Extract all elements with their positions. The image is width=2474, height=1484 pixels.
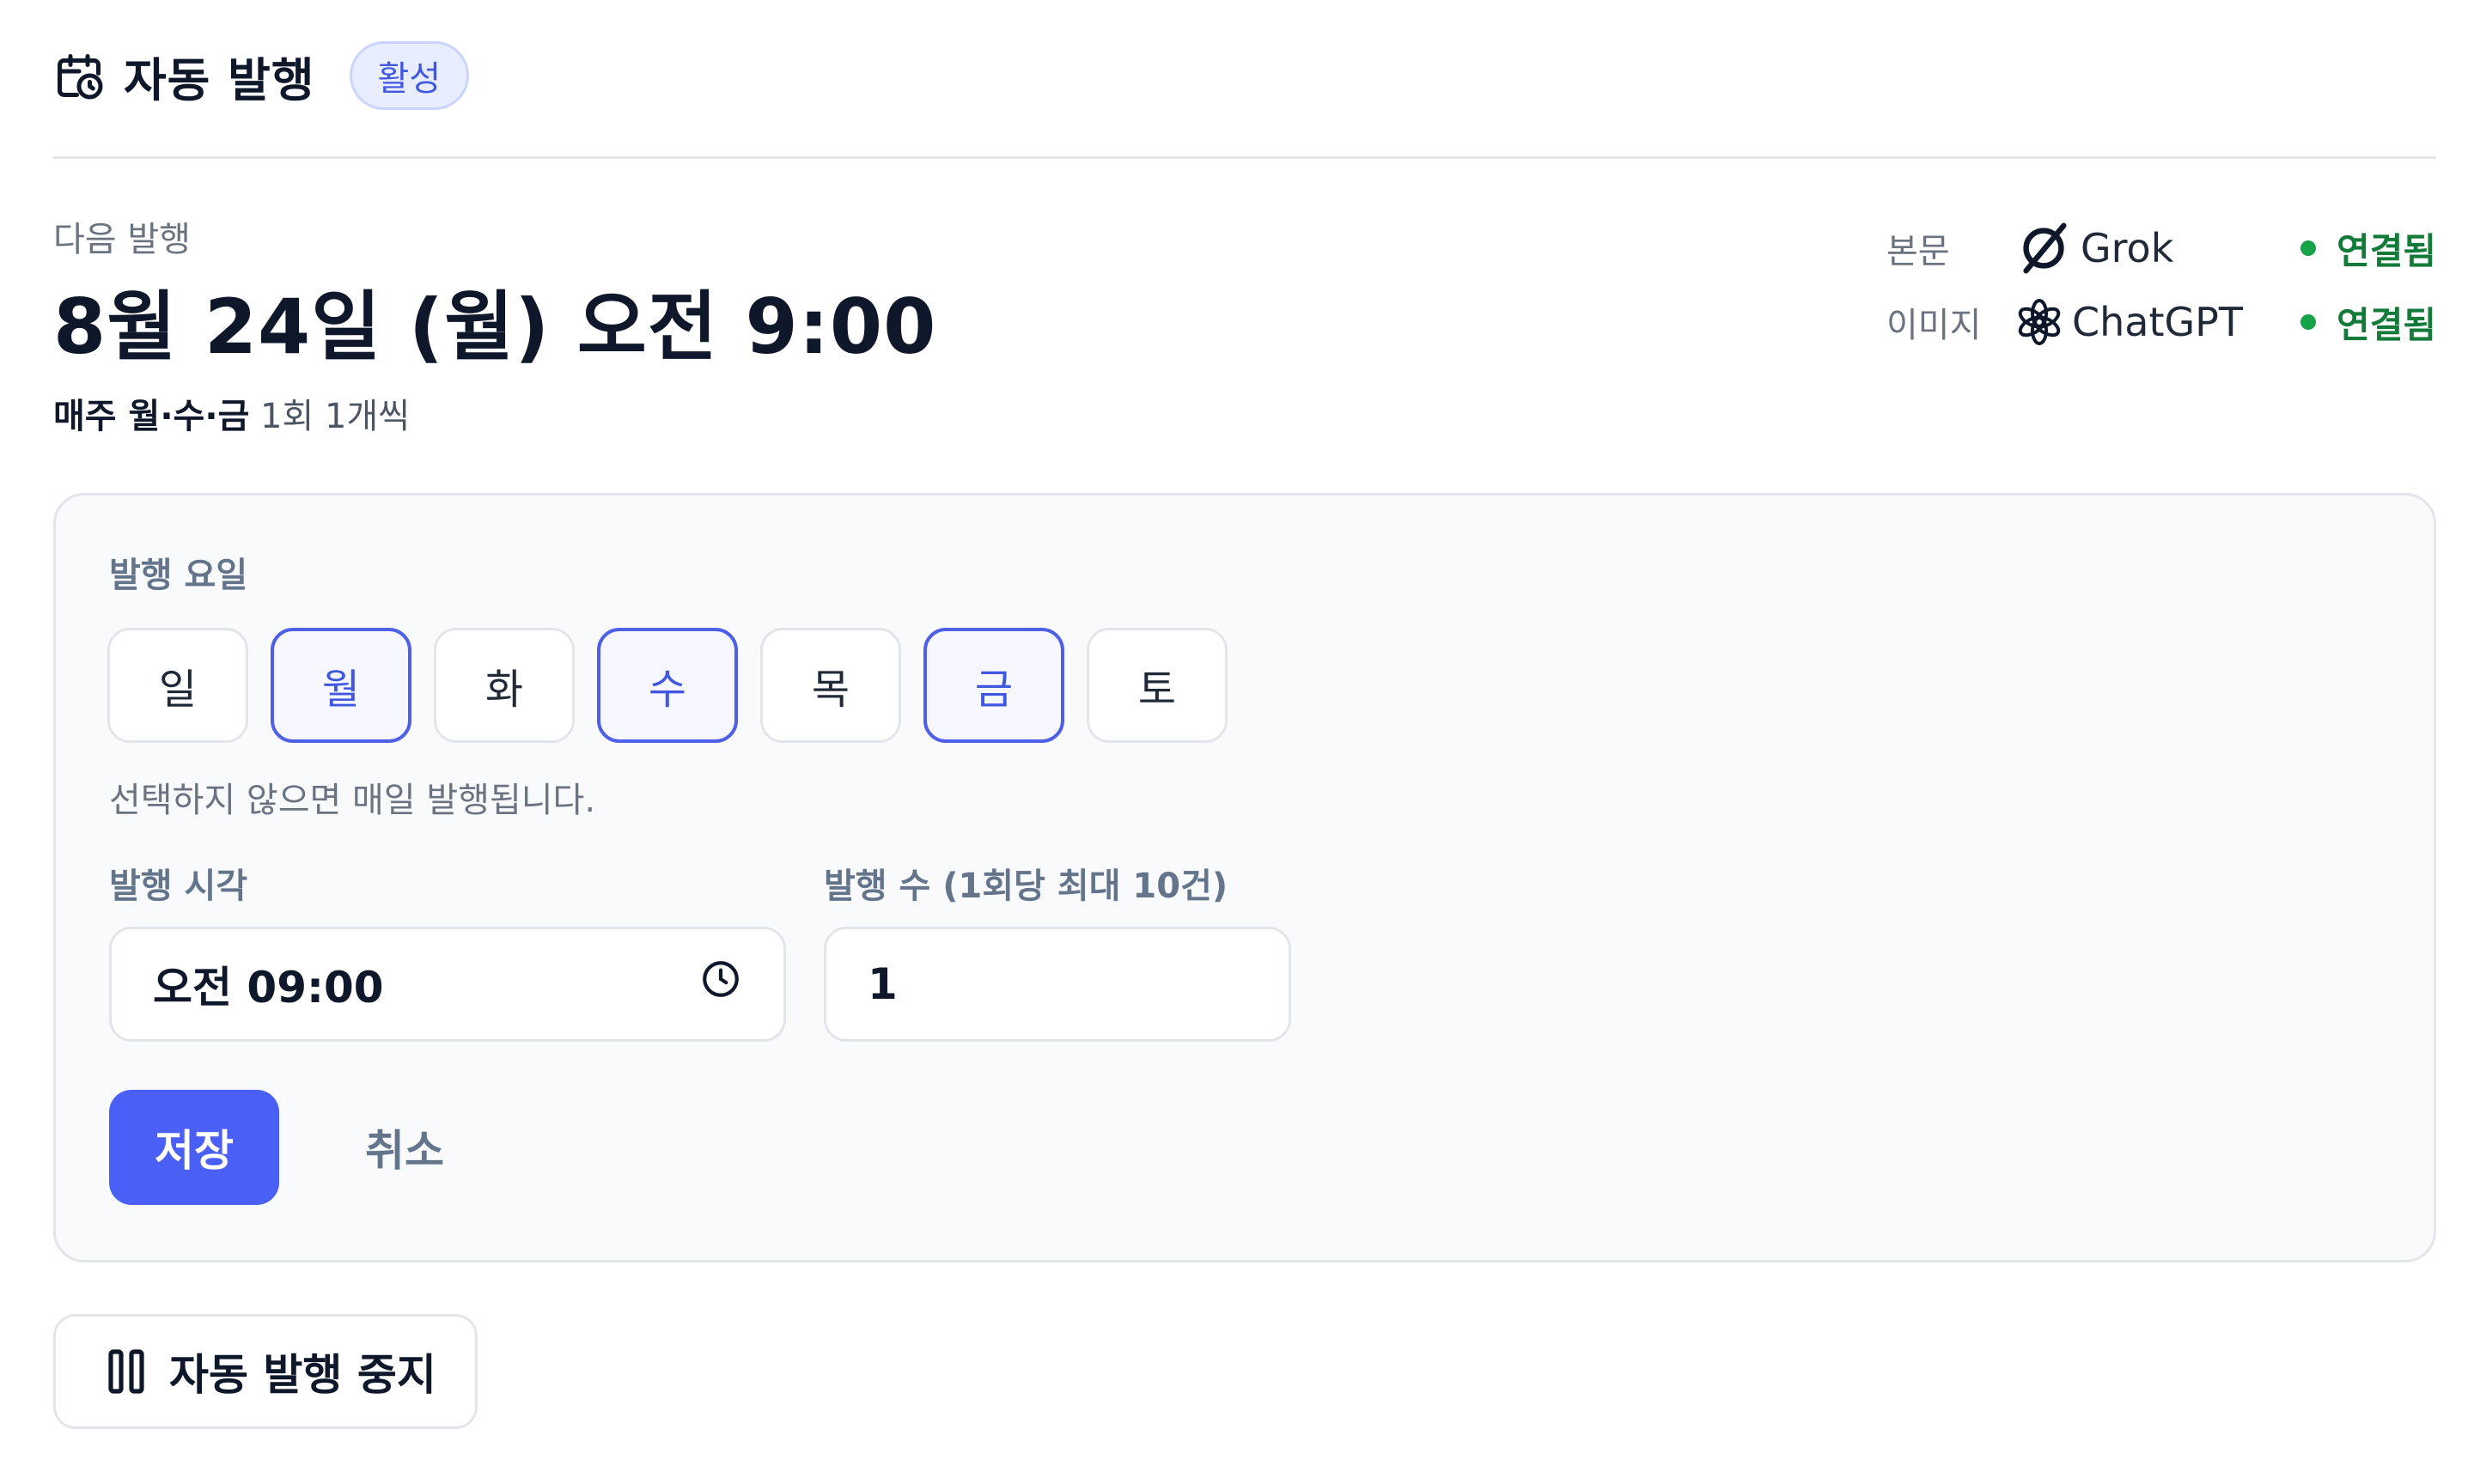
provider-status-list: 본문 Grok 연결됨 이미지 ChatGPT 연결됨 — [1886, 211, 2436, 359]
provider-kind: 본문 — [1886, 232, 1950, 271]
count-input[interactable]: 1 — [824, 927, 1291, 1042]
provider-row-text: 본문 Grok 연결됨 — [1886, 211, 2436, 285]
day-toggle-fri[interactable]: 금 — [923, 628, 1064, 743]
header-divider — [53, 156, 2436, 159]
days-hint: 선택하지 않으면 매일 발행됩니다. — [109, 781, 596, 820]
day-toggle-sat[interactable]: 토 — [1087, 628, 1228, 743]
status-badge: 활성 — [349, 41, 470, 110]
provider-status: 연결됨 — [2300, 296, 2436, 349]
count-label: 발행 수 (1회당 최대 10건) — [824, 867, 1228, 906]
day-toggle-thu[interactable]: 목 — [760, 628, 901, 743]
provider-name: Grok — [2014, 218, 2271, 278]
provider-status: 연결됨 — [2300, 222, 2436, 275]
calendar-clock-icon — [53, 50, 105, 101]
stop-auto-publish-button[interactable]: 자동 발행 중지 — [53, 1314, 478, 1429]
grok-logo-icon — [2023, 222, 2067, 274]
connected-dot-icon — [2300, 240, 2317, 256]
day-toggle-mon[interactable]: 월 — [271, 628, 411, 743]
next-publish-datetime: 8월 24일 (월) 오전 9:00 — [53, 283, 937, 371]
time-value: 오전 09:00 — [153, 963, 384, 1013]
provider-name: ChatGPT — [2014, 296, 2271, 348]
schedule-days: 매주 월·수·금 — [53, 397, 250, 436]
stop-label: 자동 발행 중지 — [169, 1350, 436, 1400]
time-label: 발행 시각 — [109, 867, 248, 906]
days-label: 발행 요일 — [109, 556, 248, 595]
page-title: 자동 발행 — [124, 52, 315, 107]
clock-icon[interactable] — [699, 958, 742, 1011]
schedule-count: 1회 1개씩 — [260, 397, 411, 436]
count-value: 1 — [868, 959, 898, 1009]
day-selector: 일 월 화 수 목 금 토 — [107, 628, 1228, 743]
schedule-settings-panel: 발행 요일 일 월 화 수 목 금 토 선택하지 않으면 매일 발행됩니다. 발… — [53, 493, 2436, 1262]
day-toggle-sun[interactable]: 일 — [107, 628, 248, 743]
provider-kind: 이미지 — [1886, 306, 1982, 345]
provider-row-image: 이미지 ChatGPT 연결됨 — [1886, 285, 2436, 359]
cancel-button[interactable]: 취소 — [365, 1090, 444, 1205]
page-header: 자동 발행 활성 — [53, 40, 470, 112]
day-toggle-wed[interactable]: 수 — [597, 628, 738, 743]
save-button[interactable]: 저장 — [109, 1090, 279, 1205]
next-publish-label: 다음 발행 — [53, 220, 191, 259]
schedule-summary: 매주 월·수·금 1회 1개씩 — [53, 388, 410, 438]
pause-icon — [107, 1348, 145, 1395]
openai-logo-icon — [2018, 299, 2061, 345]
time-input[interactable]: 오전 09:00 — [109, 927, 786, 1042]
auto-publish-page: 자동 발행 활성 다음 발행 8월 24일 (월) 오전 9:00 매주 월·수… — [0, 0, 2474, 1484]
connected-dot-icon — [2300, 314, 2317, 330]
day-toggle-tue[interactable]: 화 — [434, 628, 575, 743]
